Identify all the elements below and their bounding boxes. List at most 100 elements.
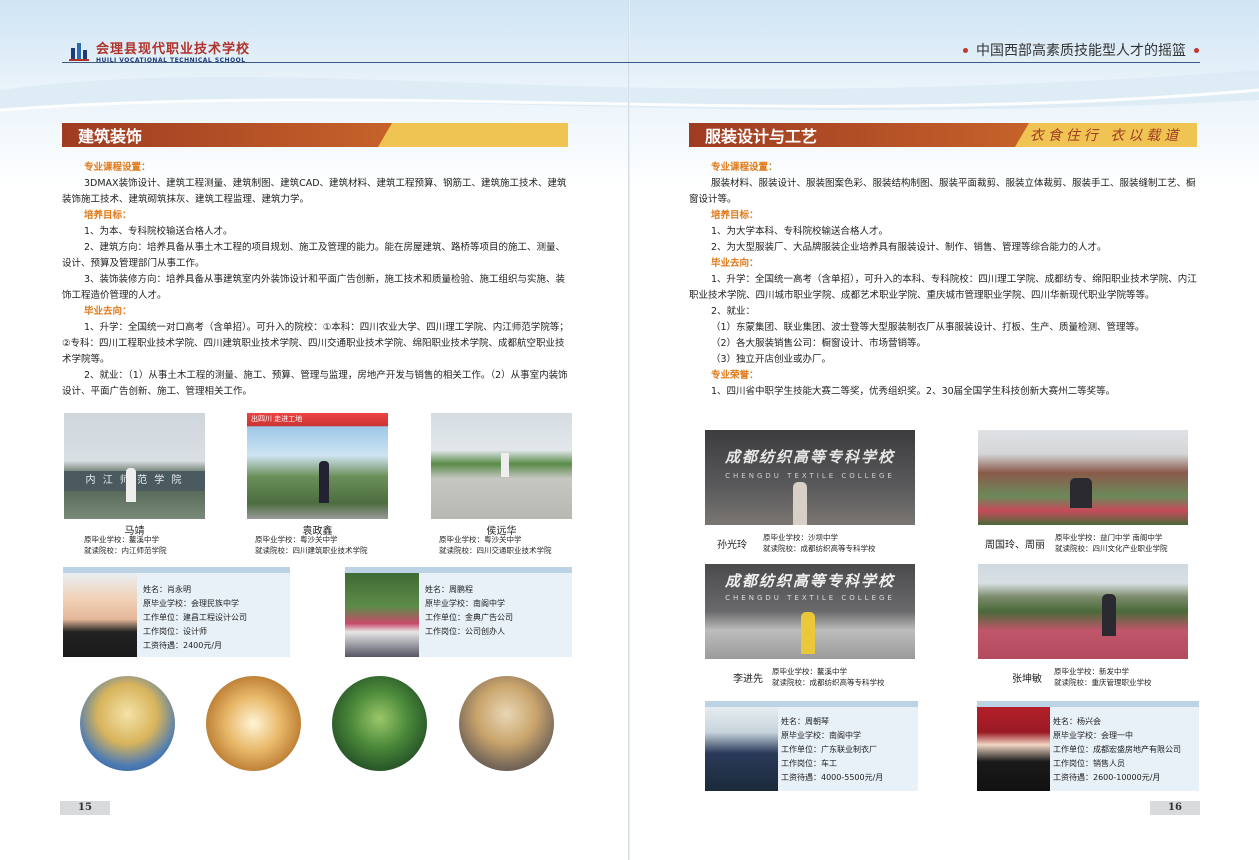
student-college: 就读院校：四川交通职业技术学院 <box>439 546 552 555</box>
graduate-photo <box>63 573 137 657</box>
student-photo-lijinxian: 成都纺织高等专科学校 CHENGDU TEXTILE COLLEGE <box>705 564 915 659</box>
bullet-dot-icon <box>963 47 968 53</box>
student-photo-zhangkunmin <box>978 564 1188 659</box>
graduate-unit: 工作单位：成都宏盛房地产有限公司 <box>1053 745 1181 754</box>
school-emblem-icon <box>69 43 89 61</box>
school-logo: 会理县现代职业技术学校 HUILI VOCATIONAL TECHNICAL S… <box>68 38 250 64</box>
graduate-name: 姓名：周鹏程 <box>425 585 473 594</box>
person-figure <box>801 612 815 654</box>
student-info: 原毕业学校：益门中学 南阁中学 就读院校：四川文化产业职业学院 <box>1055 532 1168 554</box>
student-photo-sunguangling: 成都纺织高等专科学校 CHENGDU TEXTILE COLLEGE <box>705 430 915 525</box>
page-number: 15 <box>60 801 110 815</box>
graduate-card: 姓名：周鹏程 原毕业学校：南阁中学 工作单位：金典广告公司 工作岗位：公司创办人 <box>345 567 572 657</box>
honors-text: 1、四川省中职学生技能大赛二等奖，优秀组织奖。2、30届全国学生科技创新大赛州二… <box>711 386 1116 397</box>
left-body-text: 专业课程设置： 3DMAX装饰设计、建筑工程测量、建筑制图、建筑CAD、建筑材料… <box>62 160 574 400</box>
photo-sign-en: CHENGDU TEXTILE COLLEGE <box>725 594 895 602</box>
graduate-pay: 工资待遇：4000-5500元/月 <box>781 773 884 782</box>
student-school: 原毕业学校：新发中学 <box>1054 667 1129 676</box>
graduate-post: 工作岗位：公司创办人 <box>425 627 505 636</box>
student-school: 原毕业学校：沙坝中学 <box>763 533 838 542</box>
heading-destination: 毕业去向： <box>84 306 132 317</box>
graduate-card: 姓名：肖永明 原毕业学校：会理民族中学 工作单位：建昌工程设计公司 工作岗位：设… <box>63 567 290 657</box>
student-name: 张坤敏 <box>1012 674 1042 685</box>
graduate-name: 姓名：肖永明 <box>143 585 191 594</box>
destination-2: 2、就业：（1）从事土木工程的测量、施工、预算、管理与监理，房地产开发与销售的相… <box>62 370 568 397</box>
student-college: 就读院校：内江师范学院 <box>84 546 167 555</box>
student-college: 就读院校：四川建筑职业技术学院 <box>255 546 368 555</box>
goal-2: 2、建筑方向：培养具备从事土木工程的项目规划、施工及管理的能力。能在房屋建筑、路… <box>62 242 566 269</box>
graduate-card: 姓名：周朝琴 原毕业学校：南阁中学 工作单位：广东联业制衣厂 工作岗位：车工 工… <box>705 701 918 791</box>
graduate-school: 原毕业学校：会理民族中学 <box>143 599 239 608</box>
graduate-name: 姓名：周朝琴 <box>781 717 829 726</box>
right-body-text: 专业课程设置： 服装材料、服装设计、服装图案色彩、服装结构制图、服装平面裁剪、服… <box>689 160 1199 400</box>
heading-goals: 培养目标： <box>84 210 132 221</box>
goal-1: 1、为本、专科院校输送合格人才。 <box>84 226 233 237</box>
section-header-architecture: 建筑装饰 <box>62 123 568 147</box>
student-name: 孙光玲 <box>717 540 747 551</box>
graduate-school: 原毕业学校：南阁中学 <box>781 731 861 740</box>
graduate-post: 工作岗位：销售人员 <box>1053 759 1125 768</box>
student-info: 原毕业学校：鳌溪中学 就读院校：成都纺织高等专科学校 <box>772 666 885 688</box>
circle-photo-landscape <box>332 676 427 771</box>
student-college: 就读院校：成都纺织高等专科学校 <box>763 544 876 553</box>
person-figure <box>126 468 136 502</box>
circle-photo-surveying <box>80 676 175 771</box>
graduate-school: 原毕业学校：南阁中学 <box>425 599 505 608</box>
graduate-card: 姓名：杨兴会 原毕业学校：会理一中 工作单位：成都宏盛房地产有限公司 工作岗位：… <box>977 701 1199 791</box>
graduate-unit: 工作单位：广东联业制衣厂 <box>781 745 877 754</box>
student-photo-zhou <box>978 430 1188 525</box>
student-school: 原毕业学校：鳌溪中学 <box>84 535 159 544</box>
destination-1: 1、升学：全国统一对口高考（含单招）。可升入的院校：①本科：四川农业大学、四川理… <box>62 322 569 365</box>
section-accent: 衣食住行 衣以载道 <box>1015 123 1197 147</box>
photo-sign-text: 成都纺织高等专科学校 <box>724 572 895 590</box>
student-school: 原毕业学校：益门中学 南阁中学 <box>1055 533 1163 542</box>
student-college: 就读院校：重庆管理职业学校 <box>1054 678 1152 687</box>
section-motto: 衣食住行 衣以载道 <box>1029 128 1183 144</box>
person-figure <box>793 482 807 525</box>
student-photo-houyuanhua <box>431 413 572 519</box>
bullet-dot-icon <box>1194 47 1199 53</box>
heading-courses: 专业课程设置： <box>84 162 151 173</box>
circle-photo-site-visit <box>459 676 554 771</box>
graduate-pay: 工资待遇：2400元/月 <box>143 641 223 650</box>
graduate-photo <box>345 573 419 657</box>
graduate-post: 工作岗位：设计师 <box>143 627 207 636</box>
person-figure <box>1070 478 1092 508</box>
page-number: 16 <box>1150 801 1200 815</box>
student-school: 原毕业学校：鳌溪中学 <box>772 667 847 676</box>
student-photo-majing: 内 江 师 范 学 院 <box>64 413 205 519</box>
destination-2a: （1）东蒙集团、联业集团、波士登等大型服装制衣厂从事服装设计、打板、生产、质量检… <box>711 322 1145 333</box>
graduate-pay: 工资待遇：2600-10000元/月 <box>1053 773 1161 782</box>
graduate-name: 姓名：杨兴会 <box>1053 717 1101 726</box>
graduate-photo <box>705 707 778 791</box>
section-accent <box>378 123 568 147</box>
student-college: 就读院校：成都纺织高等专科学校 <box>772 678 885 687</box>
student-info: 原毕业学校：鳌溪中学 就读院校：内江师范学院 <box>84 534 167 556</box>
student-college: 就读院校：四川文化产业职业学院 <box>1055 544 1168 553</box>
graduate-info: 姓名：杨兴会 原毕业学校：会理一中 工作单位：成都宏盛房地产有限公司 工作岗位：… <box>1053 715 1181 785</box>
heading-courses: 专业课程设置： <box>711 162 778 173</box>
graduate-info: 姓名：肖永明 原毕业学校：会理民族中学 工作单位：建昌工程设计公司 工作岗位：设… <box>143 583 247 653</box>
photo-sign-text: 成都纺织高等专科学校 <box>724 448 895 466</box>
student-school: 原毕业学校：粤沙关中学 <box>439 535 522 544</box>
graduate-unit: 工作单位：金典广告公司 <box>425 613 513 622</box>
destination-2: 2、就业： <box>711 306 756 317</box>
student-photo-yuanzhengxin: 出四川 走进工地 <box>247 413 388 519</box>
student-info: 原毕业学校：粤沙关中学 就读院校：四川交通职业技术学院 <box>439 534 552 556</box>
destination-1: 1、升学：全国统一高考（含单招），可升入的本科、专科院校：四川理工学院、成都纺专… <box>689 274 1197 301</box>
graduate-info: 姓名：周朝琴 原毕业学校：南阁中学 工作单位：广东联业制衣厂 工作岗位：车工 工… <box>781 715 883 785</box>
graduate-school: 原毕业学校：会理一中 <box>1053 731 1133 740</box>
destination-2b: （2）各大服装销售公司：橱窗设计、市场营销等。 <box>711 338 927 349</box>
photo-banner-text: 出四川 走进工地 <box>251 415 303 423</box>
heading-honors: 专业荣誉： <box>711 370 759 381</box>
student-info: 原毕业学校：新发中学 就读院校：重庆管理职业学校 <box>1054 666 1152 688</box>
heading-destination: 毕业去向： <box>711 258 759 269</box>
person-figure <box>319 461 329 503</box>
graduate-unit: 工作单位：建昌工程设计公司 <box>143 613 247 622</box>
section-title: 服装设计与工艺 <box>689 123 1029 147</box>
goal-2: 2、为大型服装厂、大品牌服装企业培养具有服装设计、制作、销售、管理等综合能力的人… <box>711 242 1107 253</box>
school-name-cn: 会理县现代职业技术学校 <box>96 42 251 57</box>
spread-gutter <box>628 0 630 860</box>
graduate-info: 姓名：周鹏程 原毕业学校：南阁中学 工作单位：金典广告公司 工作岗位：公司创办人 <box>425 583 513 639</box>
student-school: 原毕业学校：粤沙关中学 <box>255 535 338 544</box>
